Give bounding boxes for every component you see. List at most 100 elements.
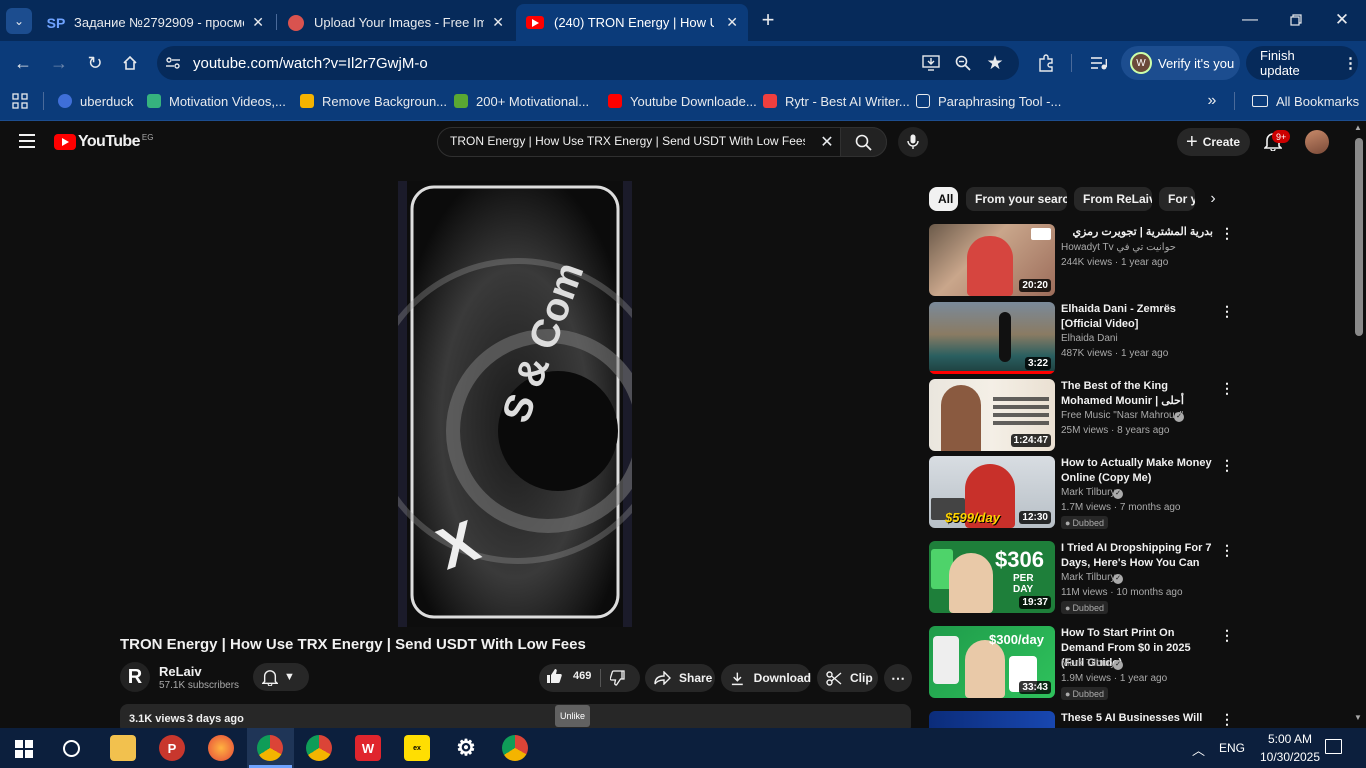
channel-name[interactable]: ReLaiv xyxy=(159,664,202,679)
wps-office-icon[interactable]: W xyxy=(355,735,381,761)
scroll-down-arrow-icon[interactable]: ▼ xyxy=(1354,713,1362,722)
all-bookmarks[interactable]: All Bookmarks xyxy=(1252,92,1359,110)
chrome-profile-2-icon[interactable] xyxy=(502,735,528,761)
rec-menu-icon[interactable]: ⋮ xyxy=(1220,303,1234,320)
url-text[interactable]: youtube.com/watch?v=Il2r7GwjM-o xyxy=(193,55,428,72)
input-language[interactable]: ENG xyxy=(1219,741,1245,755)
more-bookmarks-chevron-icon[interactable]: » xyxy=(1202,91,1222,111)
chip-for-you[interactable]: For y xyxy=(1159,187,1195,211)
cortana-search-icon[interactable] xyxy=(63,740,80,757)
media-controls-icon[interactable] xyxy=(1088,52,1110,74)
rec-title[interactable]: I Tried AI Dropshipping For 7 Days, Here… xyxy=(1061,541,1213,571)
chip-all[interactable]: All xyxy=(929,187,958,211)
rec-title[interactable]: How to Actually Make Money Online (Copy … xyxy=(1061,456,1213,486)
clock-time[interactable]: 5:00 AM xyxy=(1260,732,1320,746)
extensions-puzzle-icon[interactable] xyxy=(1034,52,1058,74)
bookmark-motivational[interactable]: 200+ Motivational... xyxy=(454,92,589,110)
more-actions-button[interactable]: ⋯ xyxy=(884,664,912,692)
rec-channel[interactable]: Mark Tilbury xyxy=(1061,487,1115,498)
rec-menu-icon[interactable]: ⋮ xyxy=(1220,457,1234,474)
zoom-icon[interactable] xyxy=(952,52,974,74)
install-app-icon[interactable] xyxy=(920,52,942,74)
restore-window-icon[interactable] xyxy=(1282,8,1310,32)
thumbnail[interactable]: 20:20 xyxy=(929,224,1055,296)
scroll-up-arrow-icon[interactable]: ▲ xyxy=(1354,123,1362,132)
reload-icon[interactable]: ↻ xyxy=(82,50,108,76)
settings-gear-icon[interactable]: ⚙ xyxy=(453,735,479,761)
chrome-icon[interactable] xyxy=(306,735,332,761)
rec-channel[interactable]: Free Music "Nasr Mahrous" xyxy=(1061,410,1183,421)
thumbnail[interactable] xyxy=(929,711,1055,728)
thumbnail[interactable]: 1:24:47 xyxy=(929,379,1055,451)
rec-channel[interactable]: Howadyt Tv حوانيت تي في xyxy=(1061,242,1176,253)
download-button[interactable]: Download xyxy=(721,664,811,692)
share-button[interactable]: Share xyxy=(645,664,715,692)
bookmark-youtube-downloader[interactable]: Youtube Downloade... xyxy=(608,92,757,110)
profile-verify-button[interactable]: W Verify it's you xyxy=(1121,46,1240,80)
finish-update-button[interactable]: Finish update ⋮ xyxy=(1246,46,1358,80)
exness-icon[interactable]: ex xyxy=(404,735,430,761)
bookmark-motivation-videos[interactable]: Motivation Videos,... xyxy=(147,92,286,110)
search-input[interactable]: TRON Energy | How Use TRX Energy | Send … xyxy=(450,134,805,148)
hamburger-menu-icon[interactable] xyxy=(16,130,38,152)
close-window-icon[interactable]: ✕ xyxy=(1328,8,1356,32)
firefox-icon[interactable] xyxy=(208,735,234,761)
app-p-icon[interactable]: P xyxy=(159,735,185,761)
youtube-logo[interactable]: YouTube EG xyxy=(54,133,153,151)
close-tab-icon[interactable]: ✕ xyxy=(252,14,264,31)
search-button[interactable] xyxy=(840,127,887,157)
thumbnail[interactable]: 3:22 xyxy=(929,302,1055,374)
bookmark-uberduck[interactable]: uberduck xyxy=(58,92,133,110)
rec-title[interactable]: These 5 AI Businesses Will xyxy=(1061,711,1213,726)
chip-from-relaiv[interactable]: From ReLaiv xyxy=(1074,187,1152,211)
rec-title[interactable]: بدرية المشترية | تجويرت رمزي بالعافية 😵 xyxy=(1061,225,1213,240)
rec-menu-icon[interactable]: ⋮ xyxy=(1220,542,1234,559)
chips-next-chevron-icon[interactable]: › xyxy=(1203,189,1223,209)
bookmark-star-icon[interactable]: ★ xyxy=(984,52,1006,74)
thumbnail[interactable]: $300/day 33:43 xyxy=(929,626,1055,698)
voice-search-button[interactable] xyxy=(898,127,928,157)
rec-channel[interactable]: Mark Tilbury xyxy=(1061,572,1115,583)
rec-channel[interactable]: Mark Tilbury xyxy=(1061,658,1115,669)
close-tab-icon[interactable]: ✕ xyxy=(492,14,504,31)
windows-start-icon[interactable] xyxy=(15,740,33,758)
minimize-window-icon[interactable]: — xyxy=(1236,8,1264,32)
subscribe-bell-button[interactable]: ▼ xyxy=(253,663,309,691)
clip-button[interactable]: Clip xyxy=(817,664,878,692)
tab-zadanie[interactable]: SP Задание №2792909 - просмотр ✕ xyxy=(38,4,274,41)
new-tab-plus-icon[interactable]: + xyxy=(756,7,780,32)
video-player[interactable]: S & Com X xyxy=(398,181,632,627)
file-explorer-icon[interactable] xyxy=(110,735,136,761)
rec-menu-icon[interactable]: ⋮ xyxy=(1220,225,1234,242)
scrollbar-thumb[interactable] xyxy=(1355,138,1363,336)
back-arrow-icon[interactable]: ← xyxy=(10,50,36,76)
clear-search-icon[interactable]: ✕ xyxy=(816,131,838,153)
tab-youtube-active[interactable]: (240) TRON Energy | How Use T ✕ xyxy=(516,4,748,41)
rec-title[interactable]: The Best of the King Mohamed Mounir | أح… xyxy=(1061,379,1213,409)
bookmark-paraphrasing[interactable]: Paraphrasing Tool -... xyxy=(916,92,1061,110)
bookmark-rytr[interactable]: Rytr - Best AI Writer... xyxy=(763,92,910,110)
rec-menu-icon[interactable]: ⋮ xyxy=(1220,711,1234,728)
chip-from-your-search[interactable]: From your search xyxy=(966,187,1067,211)
like-button[interactable]: 469 xyxy=(546,668,591,684)
apps-grid-icon[interactable] xyxy=(10,91,30,111)
bookmark-remove-background[interactable]: Remove Backgroun... xyxy=(300,92,447,110)
close-tab-icon[interactable]: ✕ xyxy=(726,14,738,31)
site-info-icon[interactable] xyxy=(162,52,184,74)
forward-arrow-icon[interactable]: → xyxy=(46,50,72,76)
dislike-button[interactable] xyxy=(609,670,626,691)
chrome-profile-icon[interactable] xyxy=(257,735,283,761)
thumbnail[interactable]: $306 PER DAY 19:37 xyxy=(929,541,1055,613)
create-button[interactable]: + Create xyxy=(1177,128,1250,156)
notification-center-icon[interactable] xyxy=(1325,739,1342,754)
home-icon[interactable] xyxy=(117,50,143,76)
account-avatar[interactable] xyxy=(1305,130,1329,154)
tab-search-chevron-icon[interactable]: ⌄ xyxy=(6,8,32,34)
rec-menu-icon[interactable]: ⋮ xyxy=(1220,627,1234,644)
tab-upload-images[interactable]: Upload Your Images - Free Image ✕ xyxy=(278,4,514,41)
rec-channel[interactable]: Elhaida Dani xyxy=(1061,333,1118,344)
rec-title[interactable]: Elhaida Dani - Zemrës [Official Video] xyxy=(1061,302,1213,332)
channel-avatar[interactable]: R xyxy=(120,662,150,692)
thumbnail[interactable]: $599/day 12:30 xyxy=(929,456,1055,528)
clock-date[interactable]: 10/30/2025 xyxy=(1250,750,1330,764)
